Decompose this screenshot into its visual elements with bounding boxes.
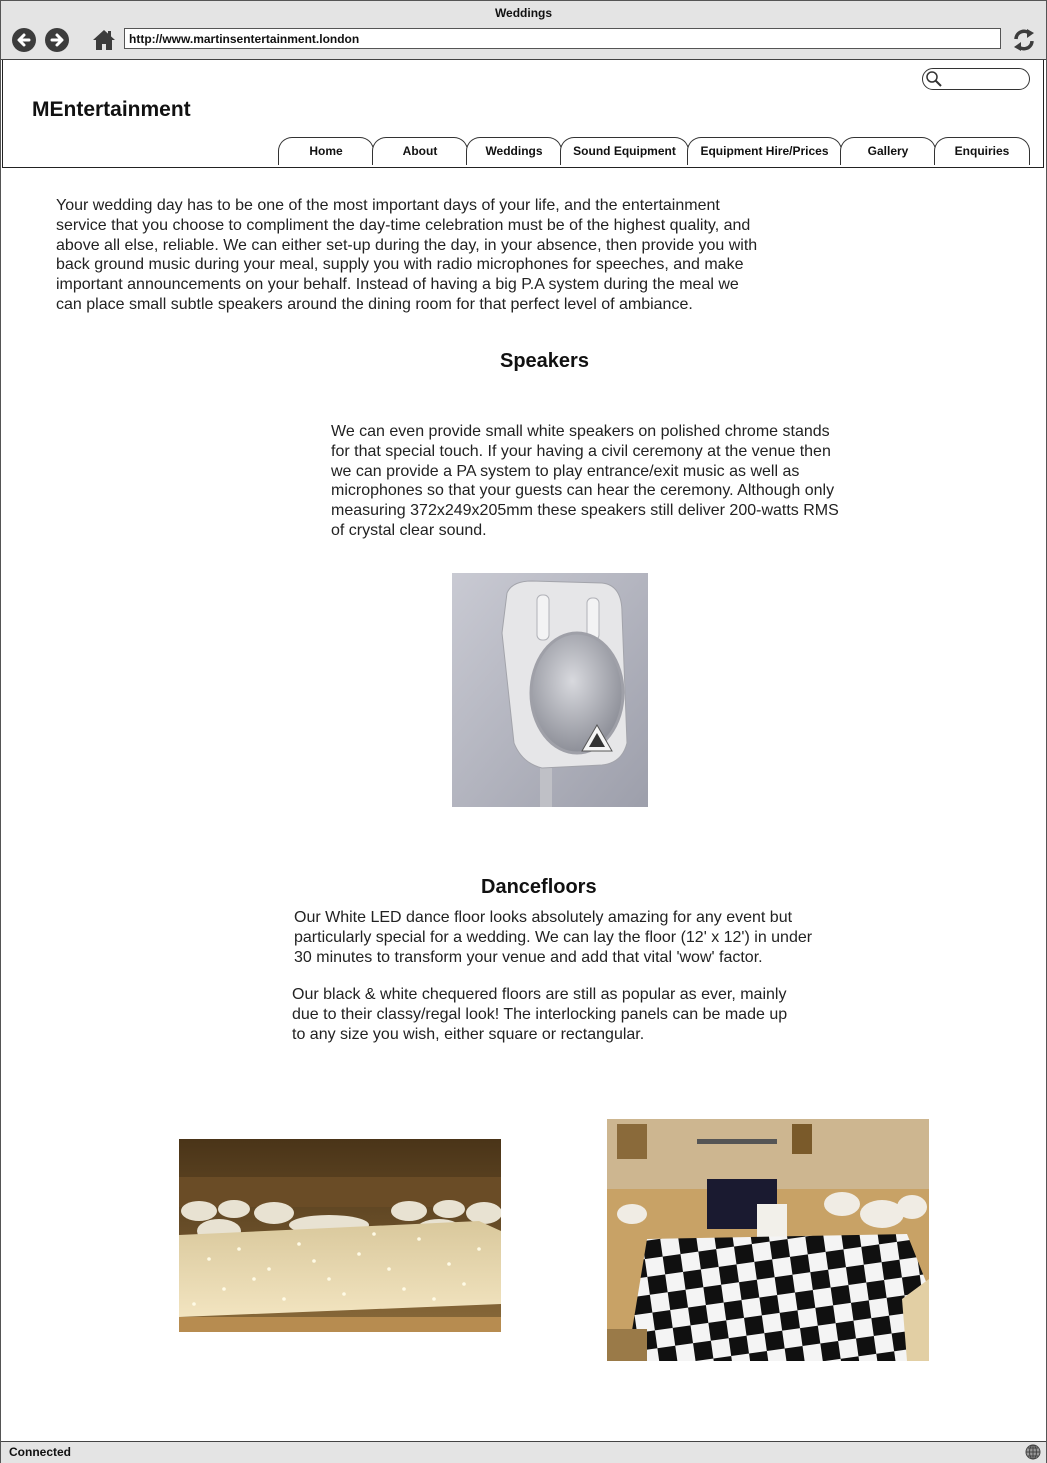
speaker-photo — [452, 573, 648, 807]
intro-line: can place small subtle speakers around t… — [56, 295, 693, 313]
dancefloors-paragraph-1: Our White LED dance floor looks absolute… — [294, 908, 812, 967]
refresh-icon — [1014, 29, 1034, 51]
site-header: MEntertainment Home About Weddings Sound… — [2, 60, 1044, 168]
tab-weddings[interactable]: Weddings — [466, 137, 562, 165]
speakers-line: we can provide a PA system to play entra… — [331, 462, 800, 480]
speakers-line: microphones so that your guests can hear… — [331, 482, 835, 500]
speakers-heading: Speakers — [500, 350, 589, 372]
site-logo[interactable]: MEntertainment — [32, 98, 191, 122]
home-button[interactable] — [92, 28, 116, 52]
tab-enquiries[interactable]: Enquiries — [934, 137, 1030, 165]
globe-icon — [1025, 1444, 1041, 1460]
led-dancefloor-photo — [179, 1139, 501, 1332]
speakers-paragraph: We can even provide small white speakers… — [331, 422, 839, 541]
status-bar: Connected — [1, 1441, 1046, 1463]
chequered-dancefloor-photo — [607, 1119, 929, 1361]
home-icon — [93, 30, 115, 50]
speakers-line: of crystal clear sound. — [331, 521, 487, 539]
tab-about[interactable]: About — [372, 137, 468, 165]
dancefloors-line: particularly special for a wedding. We c… — [294, 928, 813, 946]
back-button[interactable] — [12, 28, 36, 52]
dancefloors-line: due to their classy/regal look! The inte… — [292, 1005, 788, 1023]
window-title: Weddings — [1, 1, 1046, 25]
intro-line: back ground music during your meal, supp… — [56, 256, 744, 274]
speakers-line: for that special touch. If your having a… — [331, 442, 831, 460]
tab-equipment-hire-prices[interactable]: Equipment Hire/Prices — [687, 137, 842, 165]
reload-button[interactable] — [1011, 26, 1037, 54]
intro-line: service that you choose to compliment th… — [56, 216, 751, 234]
dancefloors-line: Our White LED dance floor looks absolute… — [294, 909, 793, 926]
speakers-line: measuring 372x249x205mm these speakers s… — [331, 502, 839, 520]
arrow-left-icon — [17, 33, 31, 47]
forward-button[interactable] — [45, 28, 69, 52]
speakers-line: We can even provide small white speakers… — [331, 423, 830, 440]
status-text: Connected — [9, 1445, 72, 1459]
dancefloors-line: 30 minutes to transform your venue and a… — [294, 948, 763, 966]
browser-toolbar: http://www.martinsentertainment.london — [1, 25, 1046, 60]
tab-gallery[interactable]: Gallery — [840, 137, 936, 165]
address-bar[interactable]: http://www.martinsentertainment.london — [124, 28, 1001, 49]
search-input[interactable] — [922, 68, 1030, 90]
tab-sound-equipment[interactable]: Sound Equipment — [560, 137, 689, 165]
dancefloors-heading: Dancefloors — [481, 876, 597, 898]
dancefloors-line: to any size you wish, either square or r… — [292, 1025, 645, 1043]
intro-line: above all else, reliable. We can either … — [56, 236, 758, 254]
dancefloors-line: Our black & white chequered floors are s… — [292, 986, 787, 1003]
arrow-right-icon — [50, 33, 64, 47]
intro-paragraph: Your wedding day has to be one of the mo… — [56, 196, 757, 315]
tab-home[interactable]: Home — [278, 137, 374, 165]
search-icon — [926, 71, 942, 87]
intro-line: Your wedding day has to be one of the mo… — [56, 197, 720, 214]
browser-window: Weddings http://www.martinsentertainment… — [0, 0, 1047, 1463]
intro-line: important announcements on your behalf. … — [56, 276, 739, 294]
dancefloors-paragraph-2: Our black & white chequered floors are s… — [292, 985, 787, 1044]
